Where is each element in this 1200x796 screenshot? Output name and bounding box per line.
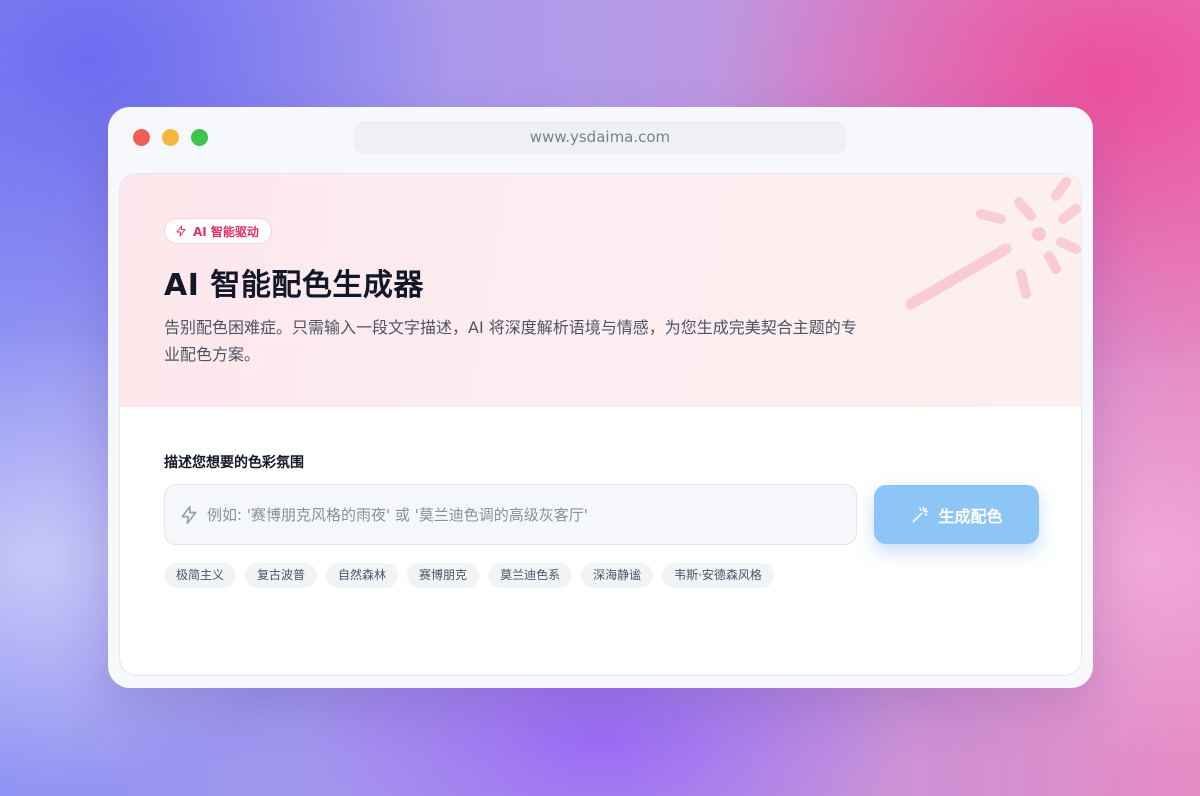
- lightning-icon: [176, 225, 186, 237]
- description-input[interactable]: [207, 485, 847, 544]
- page-content: AI 智能驱动 AI 智能配色生成器 告别配色困难症。只需输入一段文字描述，AI…: [119, 173, 1082, 676]
- address-bar[interactable]: www.ysdaima.com: [354, 121, 846, 154]
- close-window-button[interactable]: [133, 129, 150, 146]
- description-input-container: [164, 484, 857, 545]
- suggestion-chip[interactable]: 赛博朋克: [407, 563, 480, 588]
- generate-palette-button[interactable]: 生成配色: [874, 485, 1039, 544]
- hero-section: AI 智能驱动 AI 智能配色生成器 告别配色困难症。只需输入一段文字描述，AI…: [120, 174, 1081, 407]
- input-label: 描述您想要的色彩氛围: [164, 455, 304, 471]
- lightning-icon: [181, 505, 197, 525]
- suggestion-chip[interactable]: 韦斯·安德森风格: [662, 563, 774, 588]
- ai-badge: AI 智能驱动: [164, 218, 272, 244]
- page-description: 告别配色困难症。只需输入一段文字描述，AI 将深度解析语境与情感，为您生成完美契…: [164, 318, 857, 364]
- magic-wand-icon: [913, 506, 929, 522]
- suggestion-chip[interactable]: 莫兰迪色系: [488, 563, 573, 588]
- magic-wand-icon: [905, 177, 1081, 310]
- suggestion-chip[interactable]: 深海静谧: [581, 563, 654, 588]
- badge-label: AI 智能驱动: [193, 224, 259, 239]
- suggestion-chip[interactable]: 极简主义: [164, 563, 237, 588]
- suggestion-chips: 极简主义 复古波普 自然森林 赛博朋克 莫兰迪色系 深海静谧 韦斯·安德森风格: [164, 563, 774, 588]
- title-bar: www.ysdaima.com: [108, 107, 1093, 169]
- page-title: AI 智能配色生成器: [164, 268, 424, 303]
- browser-window: www.ysdaima.com AI 智能驱动 AI 智能配色生成器 告别配色困…: [108, 107, 1093, 688]
- minimize-window-button[interactable]: [162, 129, 179, 146]
- suggestion-chip[interactable]: 自然森林: [326, 563, 399, 588]
- generate-button-label: 生成配色: [938, 506, 1003, 526]
- suggestion-chip[interactable]: 复古波普: [245, 563, 318, 588]
- maximize-window-button[interactable]: [191, 129, 208, 146]
